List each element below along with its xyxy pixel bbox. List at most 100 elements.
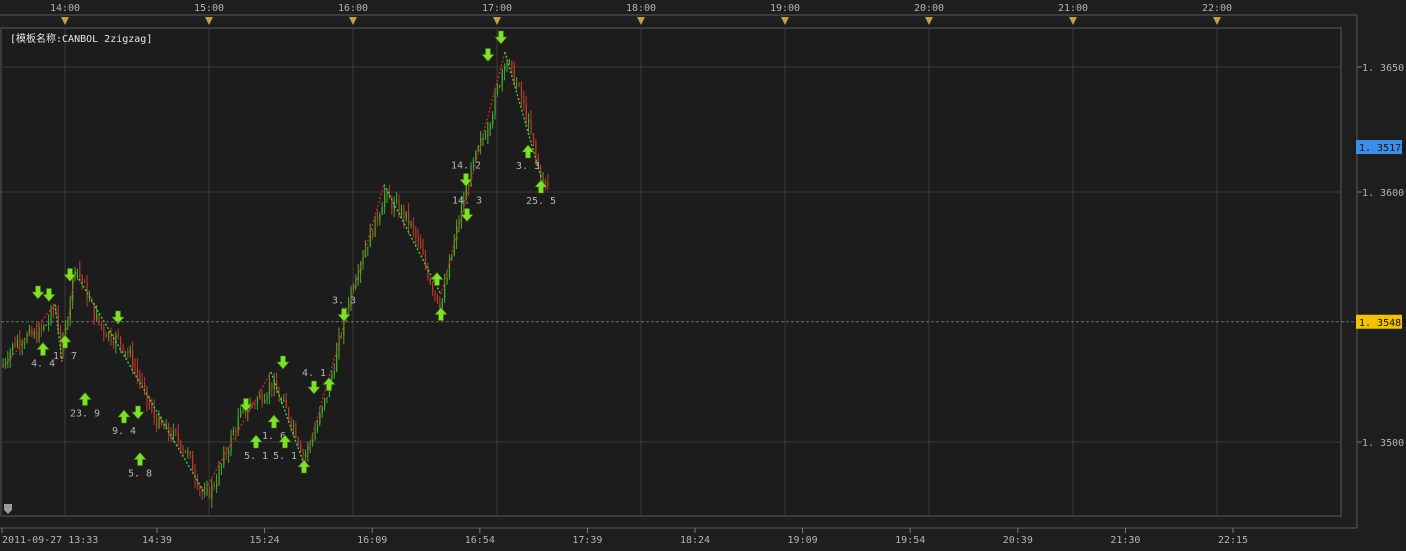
shield-icon [4, 504, 12, 514]
candle-body [434, 291, 436, 295]
candle-body [127, 351, 129, 353]
bottom-time-label: 19:09 [788, 535, 818, 546]
candle-body [456, 226, 458, 241]
top-time-label: 22:00 [1202, 3, 1232, 14]
signal-label: 5. 1 [273, 451, 297, 462]
candle-body [129, 350, 131, 353]
signal-label: 14. 3 [452, 196, 482, 207]
candle-body [40, 327, 43, 330]
candle-body [254, 403, 256, 405]
candle-body [264, 399, 266, 403]
candle-body [280, 400, 283, 402]
candle-body [228, 450, 230, 455]
candle-body [422, 248, 424, 255]
candle-body [103, 326, 105, 334]
signal-label: 23. 9 [70, 409, 100, 420]
candle-body [295, 425, 297, 438]
candle-body [153, 408, 155, 418]
candle-body [504, 65, 506, 71]
bottom-time-label: 17:39 [572, 535, 602, 546]
candle-body [511, 61, 513, 66]
candle-body [192, 454, 194, 472]
candle-body [436, 294, 439, 303]
candle-body [528, 119, 530, 123]
candle-body [405, 211, 407, 219]
candle-body [194, 471, 196, 480]
candle-body [300, 443, 302, 452]
signal-label: 5. 1 [244, 451, 268, 462]
bottom-time-label: 15:24 [250, 535, 280, 546]
candle-body [523, 98, 525, 104]
candle-body [352, 287, 355, 290]
candle-body [134, 367, 136, 369]
candle-body [81, 275, 83, 282]
candle-body [182, 448, 184, 450]
candle-body [213, 484, 215, 487]
candle-body [292, 425, 295, 427]
candle-body [223, 452, 225, 465]
candle-body [487, 129, 489, 138]
candle-body [513, 65, 515, 85]
candle-body [43, 325, 45, 330]
candle-body [141, 382, 143, 384]
candle-body [33, 331, 35, 336]
candle-body [180, 441, 182, 449]
candle-body [151, 405, 153, 409]
signal-label: 4. 1 [302, 368, 326, 379]
candle-body [468, 185, 470, 187]
candle-body [259, 395, 261, 399]
plot-area [0, 27, 1342, 517]
candle-body [120, 337, 122, 345]
candle-body [520, 85, 523, 99]
candle-body [115, 335, 117, 345]
signal-label: 1. 7 [53, 351, 77, 362]
candle-body [379, 214, 381, 221]
candle-body [271, 382, 273, 389]
candle-body [232, 430, 235, 435]
candle-body [211, 484, 213, 499]
candlestick-chart: 4. 41. 723. 99. 45. 85. 11. 65. 14. 13. … [0, 0, 1406, 551]
template-name-label: [模板名称:CANBOL 2zigzag] [10, 34, 153, 45]
candle-body [312, 439, 314, 443]
candle-body [403, 207, 405, 219]
candle-body [492, 114, 494, 125]
candle-body [175, 429, 177, 433]
candle-body [139, 374, 141, 383]
bottom-time-label: 20:39 [1003, 535, 1033, 546]
candle-body [9, 350, 11, 360]
y-tick-label: 1. 3650 [1362, 63, 1404, 74]
top-time-label: 14:00 [50, 3, 80, 14]
candle-body [117, 335, 119, 338]
top-time-label: 17:00 [482, 3, 512, 14]
candle-body [268, 382, 271, 396]
candle-body [235, 430, 237, 432]
candle-body [285, 399, 287, 409]
candle-body [499, 85, 501, 87]
candle-body [326, 397, 328, 399]
candle-body [417, 236, 419, 241]
candle-body [156, 417, 158, 428]
signal-label: 9. 4 [112, 426, 136, 437]
bottom-time-label: 22:15 [1218, 535, 1248, 546]
bottom-time-label: 19:54 [895, 535, 925, 546]
candle-body [136, 367, 139, 375]
candle-body [261, 395, 263, 403]
candle-body [220, 464, 223, 468]
candle-body [177, 432, 179, 442]
candle-body [273, 381, 275, 389]
candle-body [316, 424, 319, 431]
bottom-time-label: 14:39 [142, 535, 172, 546]
candle-body [532, 133, 535, 143]
candle-body [112, 341, 115, 345]
candle-body [172, 429, 175, 439]
candle-body [408, 211, 410, 225]
candle-body [376, 215, 379, 221]
signal-label: 25. 5 [526, 196, 556, 207]
top-time-label: 18:00 [626, 3, 656, 14]
candle-body [319, 413, 321, 425]
candle-body [189, 451, 191, 455]
candle-body [367, 246, 369, 249]
current-price-label: 1. 35178 [1359, 143, 1406, 154]
signal-label: 3. 3 [516, 161, 540, 172]
candle-body [506, 63, 508, 66]
